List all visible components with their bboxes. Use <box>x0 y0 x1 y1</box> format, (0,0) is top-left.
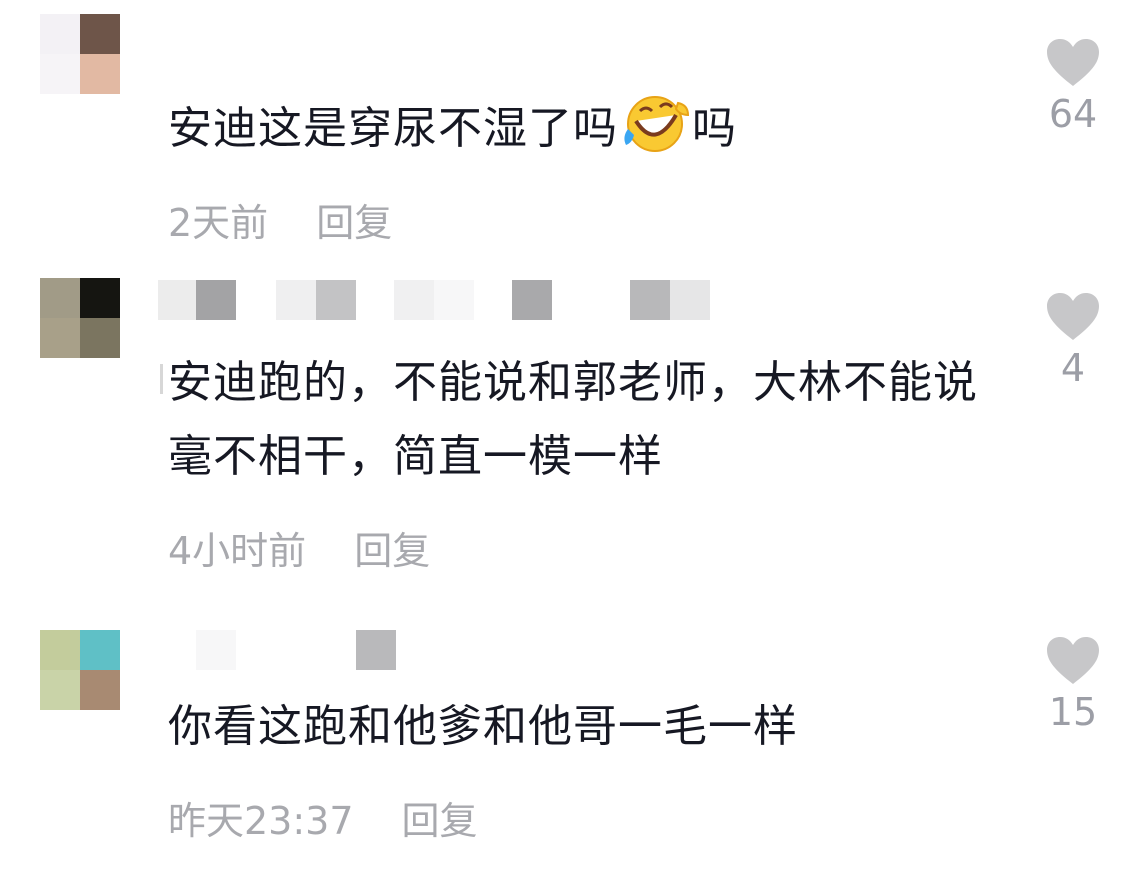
avatar[interactable] <box>40 630 120 710</box>
username-blurred[interactable] <box>158 630 396 670</box>
comment-meta: 2天前 回复 <box>168 192 392 247</box>
comment-text: 你看这跑和他爹和他哥一毛一样 <box>168 701 798 752</box>
heart-icon <box>1047 637 1099 684</box>
like-button[interactable]: 64 <box>1030 38 1116 136</box>
like-count: 4 <box>1060 346 1086 390</box>
username-blurred[interactable] <box>158 280 710 320</box>
quote-marker <box>160 364 163 394</box>
reply-button[interactable]: 回复 <box>402 790 478 845</box>
reply-button[interactable]: 回复 <box>354 520 430 575</box>
comment-time: 2天前 <box>168 201 269 245</box>
avatar[interactable] <box>40 278 120 358</box>
comment-time: 昨天23:37 <box>168 799 354 843</box>
heart-icon <box>1047 293 1099 340</box>
like-count: 15 <box>1048 690 1098 734</box>
comment-item: 安迪跑的，不能说和郭老师，大林不能说毫不相干，简直一模一样 4小时前 回复 4 <box>0 260 1140 600</box>
comment-meta: 4小时前 回复 <box>168 520 430 575</box>
like-count: 64 <box>1048 92 1098 136</box>
comment-item: 安迪这是穿尿不湿了吗 吗 2天前 回复 64 <box>0 0 1140 260</box>
heart-icon <box>1047 39 1099 86</box>
comment-text: 安迪这是穿尿不湿了吗 吗 <box>168 92 998 166</box>
username-blurred[interactable] <box>158 30 198 70</box>
like-button[interactable]: 4 <box>1030 292 1116 390</box>
like-button[interactable]: 15 <box>1030 636 1116 734</box>
comment-item: 你看这跑和他爹和他哥一毛一样 昨天23:37 回复 15 <box>0 600 1140 869</box>
comment-time: 4小时前 <box>168 529 307 573</box>
comment-meta: 昨天23:37 回复 <box>168 790 478 845</box>
reply-button[interactable]: 回复 <box>316 192 392 247</box>
avatar[interactable] <box>40 14 120 94</box>
rolling-on-floor-laughing-emoji <box>624 96 690 152</box>
comment-text: 安迪跑的，不能说和郭老师，大林不能说毫不相干，简直一模一样 <box>168 357 978 482</box>
